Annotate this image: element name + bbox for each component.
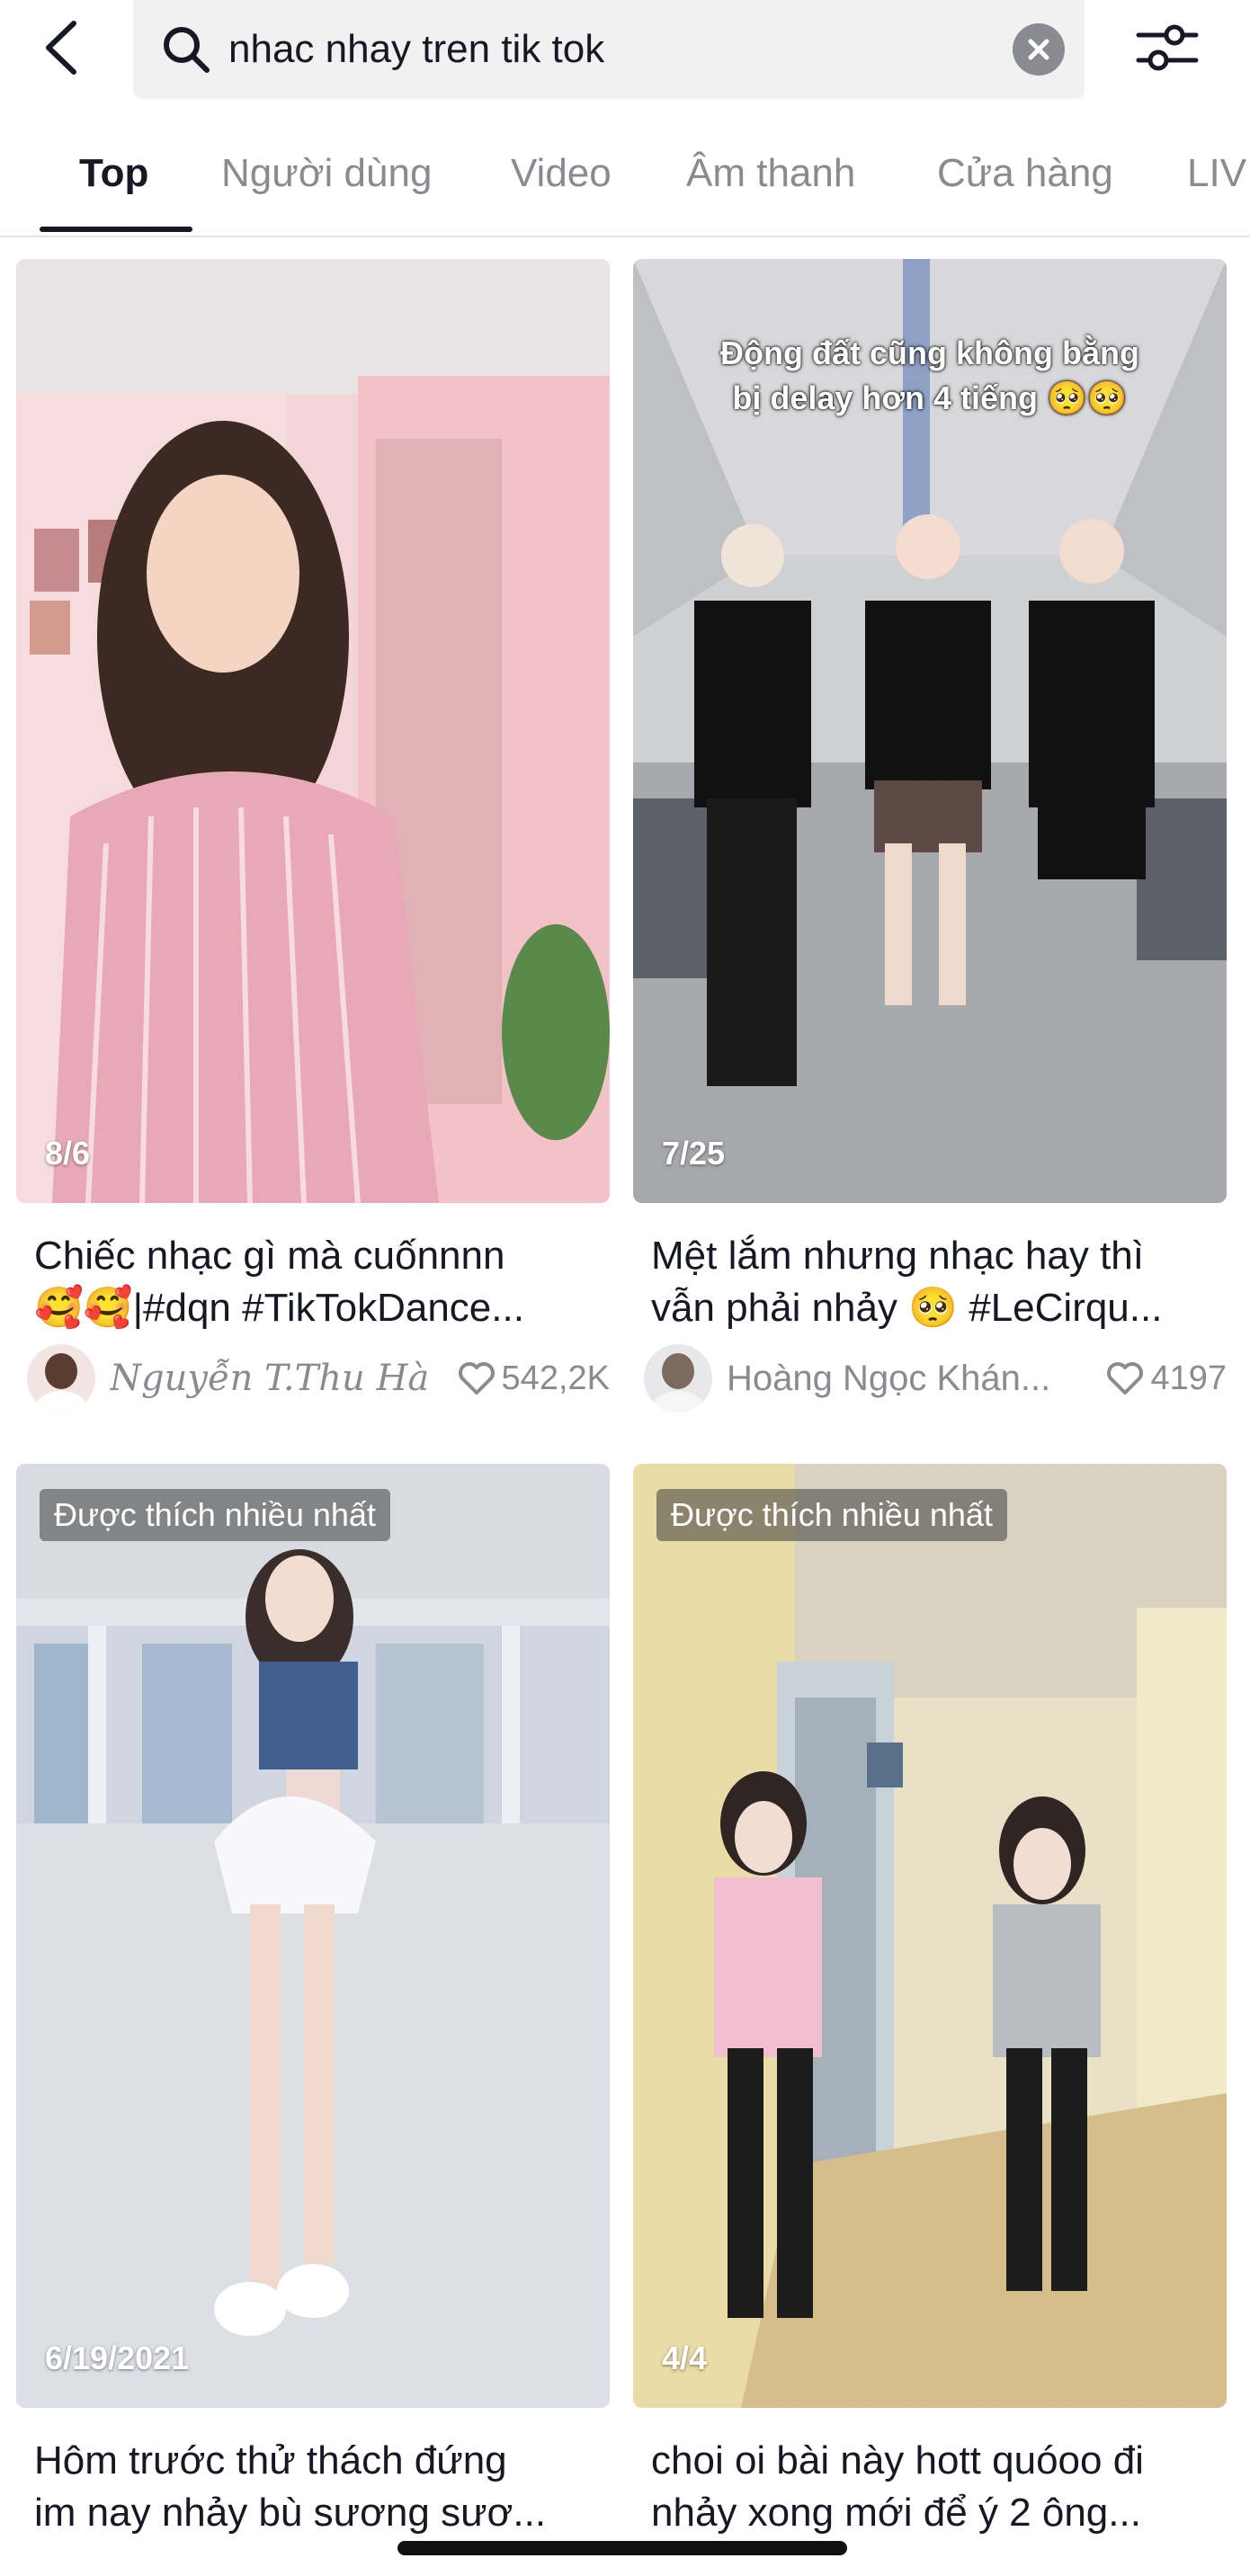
- video-meta: Hoàng Ngọc Khán... 4197: [644, 1342, 1227, 1414]
- tab-top[interactable]: Top: [79, 151, 148, 196]
- avatar[interactable]: [27, 1344, 95, 1413]
- author-name[interactable]: Nguyễn T.Thu Hà: [110, 1358, 429, 1399]
- search-icon: [155, 18, 218, 81]
- video-preview-image: [16, 1464, 610, 2408]
- close-icon: [1028, 39, 1049, 60]
- caption-line: Chiếc nhạc gì mà cuốnnnn: [34, 1234, 505, 1278]
- like-count: 542,2K: [457, 1359, 610, 1398]
- like-count-value: 4197: [1150, 1359, 1227, 1397]
- video-thumbnail[interactable]: 8/6: [16, 259, 610, 1203]
- chevron-left-icon: [46, 21, 76, 75]
- search-tabs: Top Người dùng Video Âm thanh Cửa hàng L…: [0, 135, 1250, 237]
- avatar[interactable]: [644, 1344, 712, 1413]
- search-header: [0, 0, 1250, 108]
- tab-users[interactable]: Người dùng: [221, 151, 432, 196]
- caption-line: Hôm trước thử thách đứng: [34, 2438, 507, 2482]
- clear-search-button[interactable]: [1013, 23, 1065, 76]
- overlay-line: bị delay hơn 4 tiếng 🥺🥺: [732, 379, 1128, 416]
- tab-sounds[interactable]: Âm thanh: [686, 151, 855, 196]
- video-date: 6/19/2021: [45, 2340, 190, 2376]
- video-thumbnail[interactable]: Động đất cũng không bằng bị delay hơn 4 …: [633, 259, 1227, 1203]
- tab-live[interactable]: LIV: [1187, 151, 1246, 196]
- most-liked-badge: Được thích nhiều nhất: [656, 1489, 1007, 1541]
- video-thumbnail[interactable]: Được thích nhiều nhất 6/19/2021: [16, 1464, 610, 2408]
- home-indicator[interactable]: [397, 2541, 847, 2555]
- overlay-line: Động đất cũng không bằng: [720, 334, 1139, 371]
- video-caption[interactable]: Hôm trước thử thách đứng im nay nhảy bù …: [34, 2435, 610, 2539]
- like-count: 4197: [1105, 1359, 1227, 1398]
- caption-line: nhảy xong mới để ý 2 ông...: [651, 2491, 1141, 2535]
- video-preview-image: [16, 259, 610, 1203]
- video-preview-image: [633, 1464, 1227, 2408]
- caption-line: choi oi bài này hott quóoo đi: [651, 2438, 1144, 2482]
- tab-video[interactable]: Video: [511, 151, 612, 196]
- video-date: 4/4: [662, 2340, 708, 2376]
- most-liked-badge: Được thích nhiều nhất: [40, 1489, 390, 1541]
- active-tab-indicator: [40, 227, 192, 232]
- video-caption[interactable]: Mệt lắm nhưng nhạc hay thì vẫn phải nhảy…: [651, 1230, 1227, 1334]
- video-date: 7/25: [662, 1135, 726, 1172]
- video-caption[interactable]: choi oi bài này hott quóoo đi nhảy xong …: [651, 2435, 1227, 2539]
- video-date: 8/6: [45, 1135, 91, 1172]
- heart-icon: [1107, 1362, 1144, 1395]
- caption-line: vẫn phải nhảy 🥺 #LeCirqu...: [651, 1286, 1163, 1330]
- caption-line: im nay nhảy bù sương sươ...: [34, 2491, 547, 2535]
- video-overlay-text: Động đất cũng không bằng bị delay hơn 4 …: [633, 331, 1227, 421]
- filter-button[interactable]: [1131, 16, 1203, 79]
- back-button[interactable]: [34, 16, 88, 79]
- caption-line: Mệt lắm nhưng nhạc hay thì: [651, 1234, 1144, 1278]
- search-bar[interactable]: [133, 0, 1085, 99]
- video-meta: Nguyễn T.Thu Hà 542,2K: [27, 1342, 610, 1414]
- like-count-value: 542,2K: [501, 1359, 610, 1397]
- caption-line: 🥰🥰|#dqn #TikTokDance...: [34, 1286, 524, 1330]
- search-input[interactable]: [227, 13, 1013, 86]
- author-name[interactable]: Hoàng Ngọc Khán...: [727, 1359, 1050, 1399]
- heart-icon: [458, 1362, 495, 1395]
- video-thumbnail[interactable]: Được thích nhiều nhất 4/4: [633, 1464, 1227, 2408]
- video-caption[interactable]: Chiếc nhạc gì mà cuốnnnn 🥰🥰|#dqn #TikTok…: [34, 1230, 610, 1334]
- sliders-icon: [1136, 24, 1199, 71]
- tab-shop[interactable]: Cửa hàng: [937, 151, 1113, 196]
